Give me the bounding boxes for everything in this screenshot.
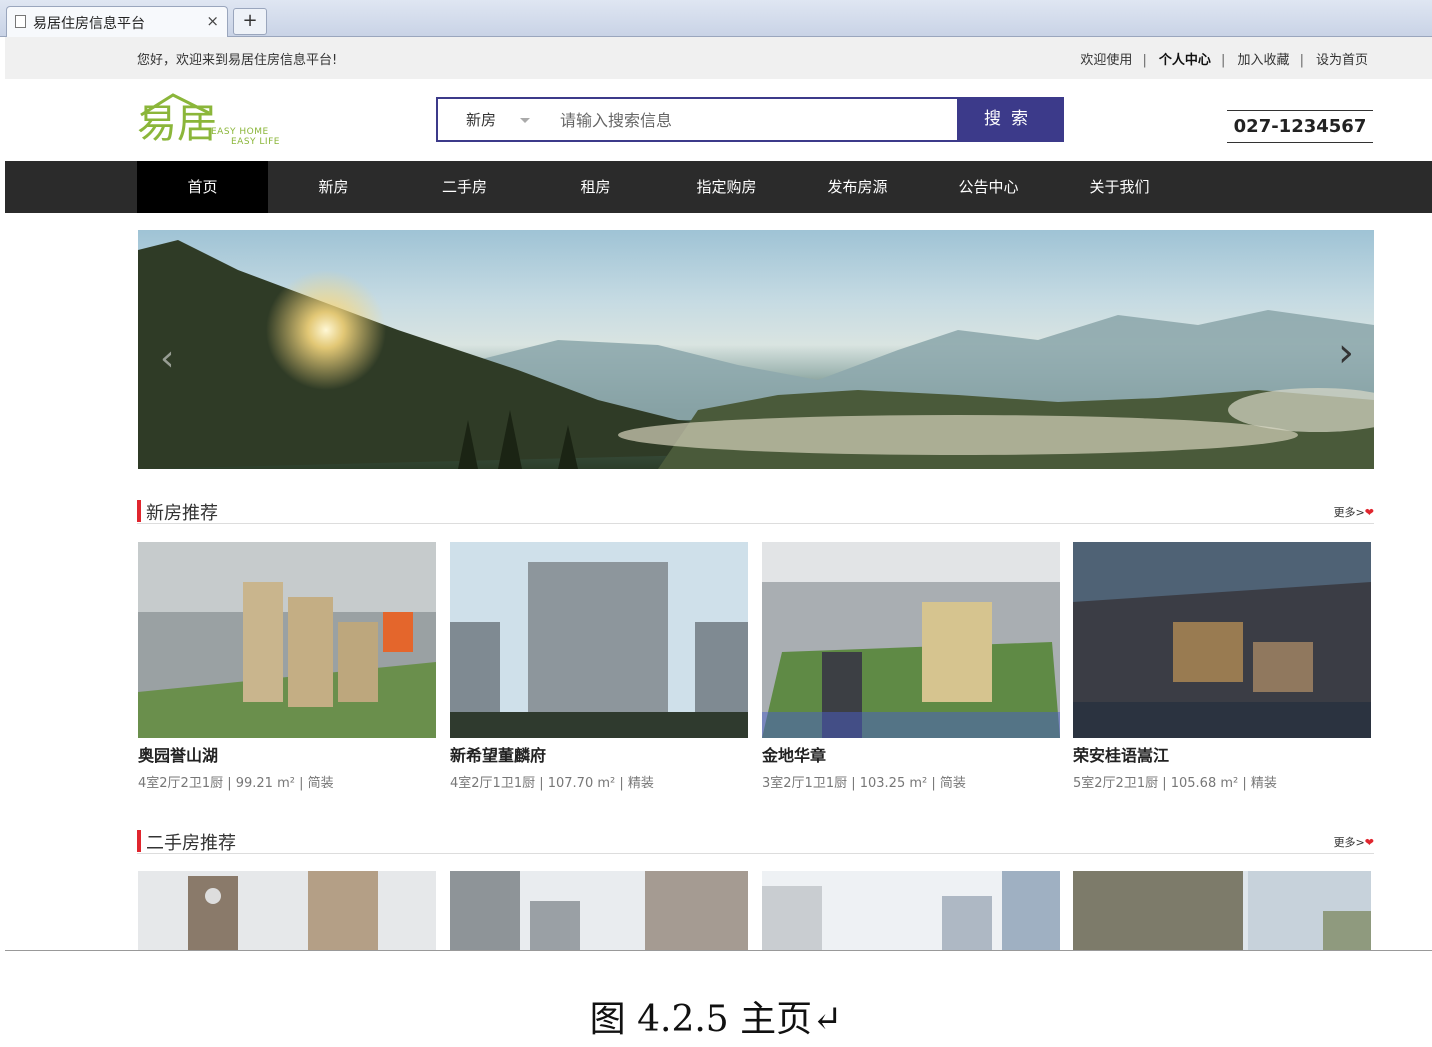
search-type-select[interactable]: 新房	[466, 109, 496, 130]
section-title: 新房推荐	[146, 503, 218, 524]
nav-item-announcements[interactable]: 公告中心	[923, 161, 1054, 213]
second-hand-photo[interactable]	[450, 871, 748, 950]
section-accent-bar	[137, 500, 141, 522]
more-link[interactable]: 更多>❤	[1334, 504, 1374, 520]
search-box: 新房	[436, 97, 959, 142]
house-info: 3室2厅1卫1厨 | 103.25 m² | 简装	[762, 776, 966, 791]
main-nav: 首页 新房 二手房 租房 指定购房 发布房源 公告中心 关于我们	[5, 161, 1432, 213]
top-utility-bar: 您好，欢迎来到易居住房信息平台! 欢迎使用 | 个人中心 | 加入收藏 | 设为首页	[5, 37, 1432, 79]
heart-icon: ❤	[1364, 836, 1374, 849]
divider: |	[1299, 53, 1304, 68]
logo-text-cn: 易居	[137, 101, 217, 147]
nav-item-about-us[interactable]: 关于我们	[1054, 161, 1185, 213]
nav-item-designated-purchase[interactable]: 指定购房	[661, 161, 792, 213]
house-photo[interactable]	[138, 542, 436, 738]
house-photo[interactable]	[1073, 542, 1371, 738]
nav-item-publish-listing[interactable]: 发布房源	[792, 161, 923, 213]
heart-icon: ❤	[1364, 506, 1374, 519]
banner-landscape-image	[138, 240, 1374, 469]
house-name[interactable]: 奥园誉山湖	[138, 742, 218, 766]
house-name[interactable]: 新希望董麟府	[450, 742, 546, 766]
search-button[interactable]: 搜索	[958, 97, 1064, 142]
top-link-add-favorite[interactable]: 加入收藏	[1237, 53, 1289, 68]
carousel-next-icon[interactable]: ›	[1338, 330, 1354, 376]
divider	[5, 950, 1432, 951]
house-name[interactable]: 金地华章	[762, 742, 826, 766]
house-name[interactable]: 荣安桂语嵩江	[1073, 742, 1169, 766]
site-header: 易居 EASY HOME EASY LIFE 新房 搜索 027-1234567	[5, 79, 1432, 161]
divider: |	[1221, 53, 1226, 68]
house-info: 5室2厅2卫1厨 | 105.68 m² | 精装	[1073, 776, 1277, 791]
house-info: 4室2厅2卫1厨 | 99.21 m² | 简装	[138, 776, 334, 791]
second-hand-photo[interactable]	[138, 871, 436, 950]
top-link-personal-center[interactable]: 个人中心	[1159, 53, 1211, 68]
nav-item-second-hand[interactable]: 二手房	[399, 161, 530, 213]
more-link-label: 更多>	[1333, 836, 1365, 849]
nav-item-new-house[interactable]: 新房	[268, 161, 399, 213]
search-input[interactable]	[560, 107, 940, 133]
more-link[interactable]: 更多>❤	[1334, 834, 1374, 850]
logo-text-en2: EASY LIFE	[231, 137, 280, 147]
top-link-welcome[interactable]: 欢迎使用	[1080, 53, 1132, 68]
browser-tab-bar: 易居住房信息平台 × +	[0, 0, 1432, 37]
new-tab-button[interactable]: +	[233, 8, 267, 35]
house-info: 4室2厅1卫1厨 | 107.70 m² | 精装	[450, 776, 654, 791]
phone-number: 027-1234567	[1227, 110, 1373, 143]
second-hand-photo[interactable]	[762, 871, 1060, 950]
tab-title: 易居住房信息平台	[33, 16, 145, 32]
document-icon	[15, 15, 26, 28]
top-link-set-homepage[interactable]: 设为首页	[1316, 53, 1368, 68]
tab-close-icon[interactable]: ×	[206, 12, 219, 30]
banner-carousel[interactable]: ‹ ›	[138, 230, 1374, 469]
section-accent-bar	[137, 830, 141, 852]
site-logo[interactable]: 易居 EASY HOME EASY LIFE	[137, 91, 287, 151]
second-hand-photo[interactable]	[1073, 871, 1371, 950]
chevron-down-icon[interactable]	[520, 118, 530, 123]
section-header-second-hand: 二手房推荐 更多>❤	[137, 828, 1374, 854]
carousel-prev-icon[interactable]: ‹	[160, 338, 174, 379]
logo-text-en1: EASY HOME	[211, 127, 269, 137]
browser-tab[interactable]: 易居住房信息平台 ×	[6, 6, 228, 37]
house-photo[interactable]	[450, 542, 748, 738]
top-links: 欢迎使用 | 个人中心 | 加入收藏 | 设为首页	[1074, 49, 1368, 68]
welcome-text: 您好，欢迎来到易居住房信息平台!	[137, 53, 338, 68]
nav-item-home[interactable]: 首页	[137, 161, 268, 213]
figure-caption: 图 4.2.5 主页↵	[589, 999, 843, 1040]
more-link-label: 更多>	[1333, 506, 1365, 519]
section-header-new-houses: 新房推荐 更多>❤	[137, 498, 1374, 524]
divider: |	[1142, 53, 1147, 68]
section-title: 二手房推荐	[146, 833, 236, 854]
house-photo[interactable]	[762, 542, 1060, 738]
nav-item-rent[interactable]: 租房	[530, 161, 661, 213]
